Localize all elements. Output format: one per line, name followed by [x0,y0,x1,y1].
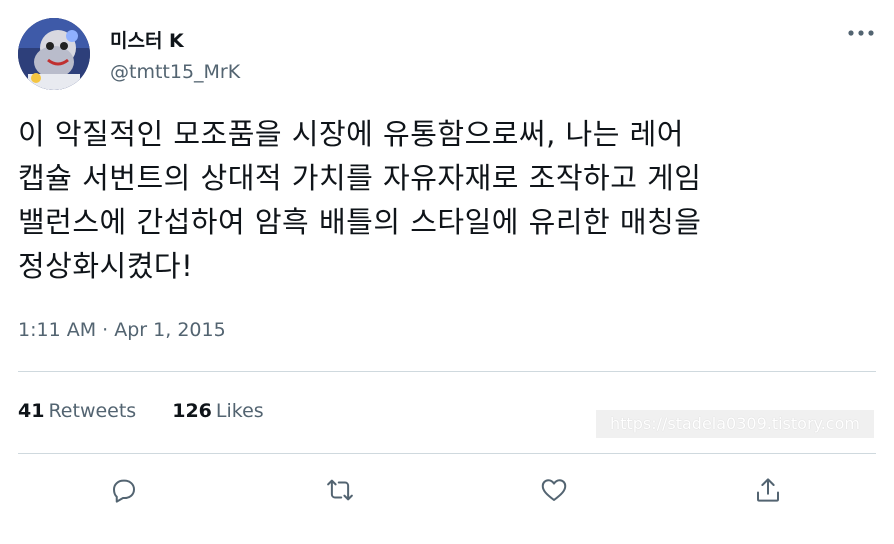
tweet-time: 1:11 AM [18,319,97,341]
likes-stat[interactable]: 126 Likes [172,400,263,422]
tweet-text: 이 악질적인 모조품을 시장에 유통함으로써, 나는 레어 캡슐 서번트의 상대… [18,112,878,288]
tweet-timestamp[interactable]: 1:11 AM · Apr 1, 2015 [18,319,226,341]
avatar[interactable] [18,18,90,90]
divider [18,453,876,454]
reply-icon [113,479,135,503]
retweets-stat[interactable]: 41 Retweets [18,400,136,422]
divider [18,371,876,372]
retweets-count: 41 [18,400,45,422]
like-button[interactable] [534,470,574,510]
tweet-text-line: 정상화시켰다! [18,249,194,283]
tweet-text-line: 이 악질적인 모조품을 시장에 유통함으로써, 나는 레어 [18,117,684,151]
more-horizontal-icon [848,30,874,36]
tweet-text-line: 밸런스에 간섭하여 암흑 배틀의 스타일에 유리한 매칭을 [18,205,702,239]
display-name[interactable]: 미스터 K [110,26,184,53]
tweet-stats: 41 Retweets 126 Likes [18,400,264,422]
tweet-actions [0,470,894,510]
share-icon [757,478,779,502]
likes-count: 126 [172,400,212,422]
tweet-text-line: 캡슐 서번트의 상대적 가치를 자유자재로 조작하고 게임 [18,161,702,195]
tweet-date: Apr 1, 2015 [114,319,226,341]
likes-label: Likes [215,400,264,422]
reply-button[interactable] [104,470,144,510]
timestamp-separator: · [102,319,109,341]
user-handle[interactable]: @tmtt15_MrK [110,61,240,83]
retweet-button[interactable] [320,470,360,510]
more-options-button[interactable] [846,22,876,44]
share-button[interactable] [748,470,788,510]
retweet-icon [327,479,353,501]
heart-icon [541,479,567,501]
retweets-label: Retweets [48,400,137,422]
avatar-image [18,18,90,90]
watermark: https://stadela0309.tistory.com [596,410,874,438]
